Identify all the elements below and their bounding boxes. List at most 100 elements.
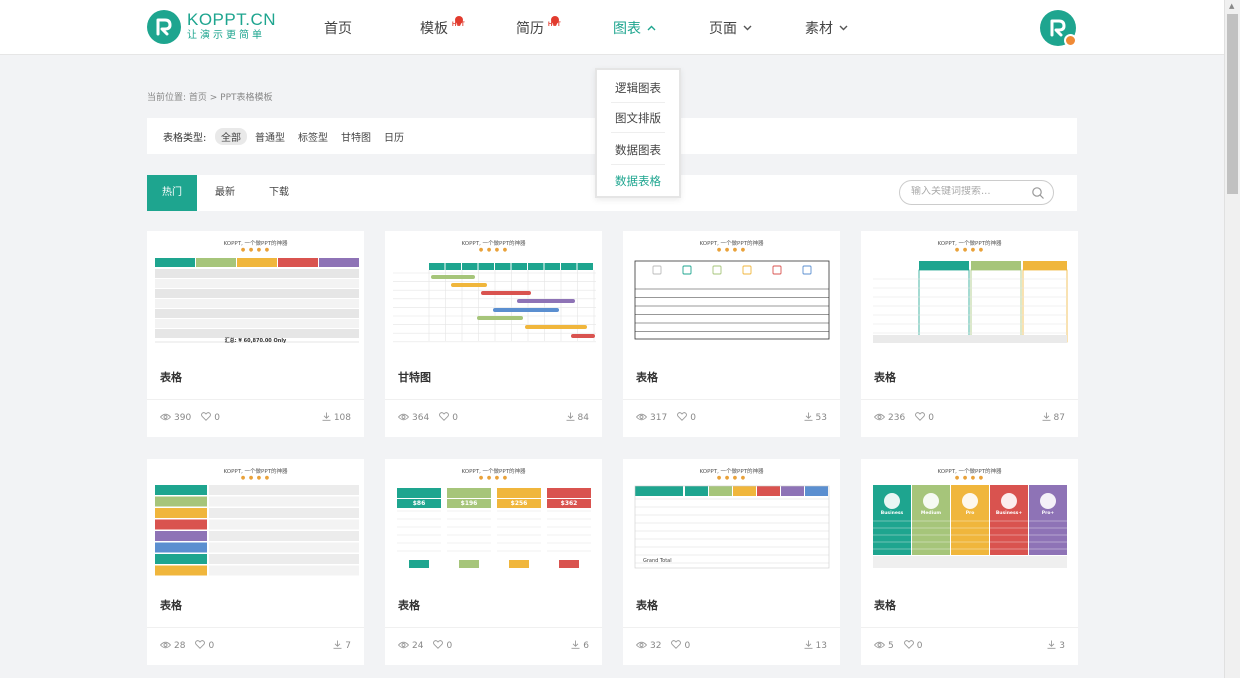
filter-option-calendar[interactable]: 日历 xyxy=(378,128,410,145)
card-stats: 5 0 xyxy=(873,640,932,652)
thumb-plan-label xyxy=(155,519,207,530)
template-thumbnail[interactable]: KOPPT, 一个做PPT的神器 ● ● ● ● xyxy=(385,231,602,353)
search-box[interactable] xyxy=(899,180,1054,205)
heart-icon[interactable] xyxy=(671,640,684,652)
thumb-header-cell xyxy=(278,258,318,267)
scroll-up-icon[interactable]: ▲ xyxy=(1229,2,1234,10)
download-count[interactable]: 6 xyxy=(571,640,589,652)
download-count[interactable]: 3 xyxy=(1047,640,1065,652)
template-card[interactable]: KOPPT, 一个做PPT的神器 ● ● ● ● 汇总: ¥ 60,870.00… xyxy=(147,231,364,437)
thumb-header-cell xyxy=(733,486,756,496)
nav-home[interactable]: 首页 xyxy=(324,18,352,38)
heart-icon[interactable] xyxy=(433,640,446,652)
template-thumbnail[interactable]: KOPPT, 一个做PPT的神器 ● ● ● ● xyxy=(147,459,364,581)
download-count[interactable]: 84 xyxy=(566,412,589,424)
thumb-graphic xyxy=(634,260,830,340)
download-count[interactable]: 108 xyxy=(322,412,351,424)
thumb-row xyxy=(209,496,359,507)
thumb-price-button xyxy=(459,560,479,568)
like-count[interactable]: 0 xyxy=(903,640,922,652)
download-icon[interactable] xyxy=(322,412,334,424)
tab-downloads[interactable]: 下载 xyxy=(254,175,304,211)
nav-templates[interactable]: 模板 HOT xyxy=(420,18,465,38)
search-icon[interactable] xyxy=(1031,186,1045,200)
dropdown-item-image-text[interactable]: 图文排版 xyxy=(597,110,679,126)
template-thumbnail[interactable]: KOPPT, 一个做PPT的神器 ● ● ● ● $86 $196 $256 $362 xyxy=(385,459,602,581)
heart-icon[interactable] xyxy=(915,412,928,424)
like-count[interactable]: 0 xyxy=(201,412,220,424)
dropdown-item-data-charts[interactable]: 数据图表 xyxy=(597,142,679,158)
card-title[interactable]: 表格 xyxy=(160,597,182,613)
like-count[interactable]: 0 xyxy=(915,412,934,424)
thumb-total-text: 汇总: ¥ 60,870.00 Only xyxy=(224,338,287,344)
nav-assets[interactable]: 素材 xyxy=(805,18,848,38)
template-thumbnail[interactable]: KOPPT, 一个做PPT的神器 ● ● ● ● xyxy=(861,231,1078,353)
thumb-header-cell xyxy=(462,263,478,270)
filter-option-all[interactable]: 全部 xyxy=(215,128,247,145)
download-icon[interactable] xyxy=(571,640,583,652)
thumb-row xyxy=(155,319,359,328)
user-avatar[interactable] xyxy=(1040,10,1077,47)
filter-option-gantt[interactable]: 甘特图 xyxy=(335,128,377,145)
nav-pages[interactable]: 页面 xyxy=(709,18,752,38)
template-card[interactable]: KOPPT, 一个做PPT的神器 ● ● ● ● $86 $196 $256 $362… xyxy=(385,459,602,665)
filter-option-normal[interactable]: 普通型 xyxy=(249,128,291,145)
tab-hot[interactable]: 热门 xyxy=(147,175,197,211)
template-card[interactable]: KOPPT, 一个做PPT的神器 ● ● ● ● 表格 28 0 7 xyxy=(147,459,364,665)
dropdown-item-data-tables[interactable]: 数据表格 xyxy=(597,173,679,189)
card-title[interactable]: 表格 xyxy=(636,597,658,613)
template-card[interactable]: KOPPT, 一个做PPT的神器 ● ● ● ● Grand Total 表格 … xyxy=(623,459,840,665)
card-title[interactable]: 甘特图 xyxy=(398,369,431,385)
card-title[interactable]: 表格 xyxy=(874,597,896,613)
scroll-thumb[interactable] xyxy=(1227,14,1238,194)
card-title[interactable]: 表格 xyxy=(874,369,896,385)
dropdown-item-logic-charts[interactable]: 逻辑图表 xyxy=(597,80,679,96)
download-count[interactable]: 13 xyxy=(804,640,827,652)
heart-icon[interactable] xyxy=(195,640,208,652)
download-count[interactable]: 53 xyxy=(804,412,827,424)
thumb-price-header xyxy=(447,488,491,498)
download-count[interactable]: 87 xyxy=(1042,412,1065,424)
card-divider xyxy=(385,627,602,628)
nav-resume[interactable]: 简历 HOT xyxy=(516,18,561,38)
template-card[interactable]: KOPPT, 一个做PPT的神器 ● ● ● ● 甘特图 364 0 84 xyxy=(385,231,602,437)
like-count[interactable]: 0 xyxy=(433,640,452,652)
like-count[interactable]: 0 xyxy=(677,412,696,424)
heart-icon[interactable] xyxy=(903,640,917,652)
heart-icon[interactable] xyxy=(677,412,690,424)
thumb-row xyxy=(155,279,359,288)
template-thumbnail[interactable]: KOPPT, 一个做PPT的神器 ● ● ● ● xyxy=(623,231,840,353)
view-count: 390 xyxy=(159,413,191,424)
card-title[interactable]: 表格 xyxy=(160,369,182,385)
view-count: 364 xyxy=(397,413,429,424)
heart-icon[interactable] xyxy=(439,412,452,424)
view-count: 28 xyxy=(159,641,185,652)
template-card[interactable]: KOPPT, 一个做PPT的神器 ● ● ● ● Business Medium P… xyxy=(861,459,1078,665)
page-scrollbar[interactable]: ▲ xyxy=(1224,0,1240,678)
nav-charts[interactable]: 图表 xyxy=(613,18,656,38)
card-title[interactable]: 表格 xyxy=(398,597,420,613)
tab-latest[interactable]: 最新 xyxy=(200,175,250,211)
download-icon[interactable] xyxy=(1047,640,1059,652)
top-header: KOPPT.CN 让演示更简单 首页 模板 HOT 简历 HOT 图表 页面 素材 xyxy=(0,0,1224,55)
template-thumbnail[interactable]: KOPPT, 一个做PPT的神器 ● ● ● ● 汇总: ¥ 60,870.00… xyxy=(147,231,364,353)
template-thumbnail[interactable]: KOPPT, 一个做PPT的神器 ● ● ● ● Grand Total xyxy=(623,459,840,581)
like-count[interactable]: 0 xyxy=(439,412,458,424)
like-count[interactable]: 0 xyxy=(195,640,214,652)
filter-option-tabbed[interactable]: 标签型 xyxy=(292,128,334,145)
template-card[interactable]: KOPPT, 一个做PPT的神器 ● ● ● ● 表格 317 0 53 xyxy=(623,231,840,437)
download-icon[interactable] xyxy=(804,412,816,424)
download-icon[interactable] xyxy=(1042,412,1054,424)
download-icon[interactable] xyxy=(804,640,816,652)
heart-icon[interactable] xyxy=(201,412,214,424)
download-count[interactable]: 7 xyxy=(333,640,351,652)
search-input[interactable] xyxy=(911,186,1029,197)
like-count[interactable]: 0 xyxy=(671,640,690,652)
card-title[interactable]: 表格 xyxy=(636,369,658,385)
download-icon[interactable] xyxy=(333,640,345,652)
download-icon[interactable] xyxy=(566,412,578,424)
site-logo[interactable]: KOPPT.CN 让演示更简单 xyxy=(147,10,276,44)
template-card[interactable]: KOPPT, 一个做PPT的神器 ● ● ● ● 表格 236 0 87 xyxy=(861,231,1078,437)
thumb-header-cell xyxy=(511,263,527,270)
template-thumbnail[interactable]: KOPPT, 一个做PPT的神器 ● ● ● ● Business Medium P… xyxy=(861,459,1078,581)
